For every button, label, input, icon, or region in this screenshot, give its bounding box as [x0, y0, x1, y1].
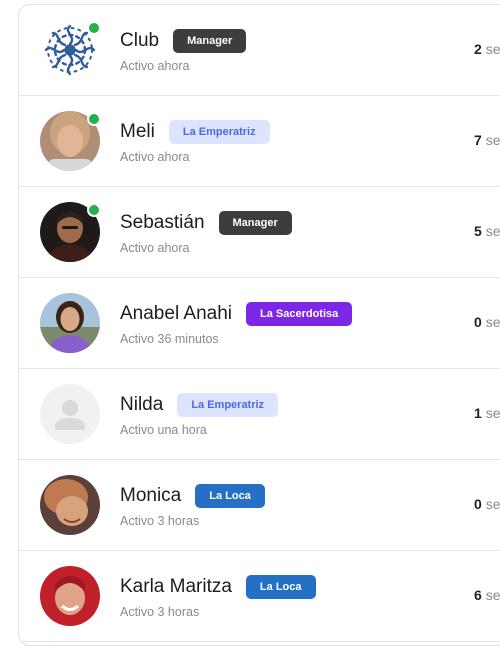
- count-value: 5: [474, 223, 482, 239]
- count-value: 0: [474, 496, 482, 512]
- avatar[interactable]: [40, 293, 100, 353]
- activity-status: Activo 36 minutos: [120, 332, 219, 346]
- message-count: 0 se: [474, 496, 500, 512]
- avatar[interactable]: [40, 202, 101, 262]
- count-unit: se: [485, 314, 500, 330]
- role-badge: Manager: [173, 29, 247, 53]
- online-indicator: [87, 112, 101, 126]
- count-unit: se: [485, 223, 500, 239]
- activity-status: Activo ahora: [120, 150, 190, 164]
- activity-status: Activo una hora: [120, 423, 207, 437]
- member-name[interactable]: Monica: [120, 485, 181, 507]
- profile-photo: [40, 475, 100, 535]
- member-name[interactable]: Anabel Anahi: [120, 303, 232, 325]
- count-unit: se: [485, 587, 500, 603]
- default-user-icon: [40, 384, 100, 444]
- member-row[interactable]: Nilda La Emperatriz Activo una hora 1 se: [19, 369, 500, 460]
- activity-status: Activo ahora: [120, 241, 190, 255]
- profile-photo: [40, 293, 100, 353]
- role-badge: La Sacerdotisa: [246, 302, 353, 326]
- count-value: 1: [474, 405, 482, 421]
- activity-status: Activo 3 horas: [120, 514, 200, 528]
- member-row[interactable]: Sebastián Manager Activo ahora 5 se: [19, 187, 500, 278]
- message-count: 6 se: [474, 587, 500, 603]
- member-row[interactable]: Anabel Anahi La Sacerdotisa Activo 36 mi…: [19, 278, 500, 369]
- avatar[interactable]: [40, 384, 100, 444]
- member-name[interactable]: Karla Maritza: [120, 576, 232, 598]
- avatar[interactable]: [40, 566, 100, 626]
- message-count: 5 se: [474, 223, 500, 239]
- message-count: 2 se: [474, 41, 500, 57]
- avatar[interactable]: [40, 111, 101, 171]
- count-unit: se: [485, 405, 500, 421]
- member-name[interactable]: Sebastián: [120, 212, 205, 234]
- avatar[interactable]: [40, 475, 100, 535]
- count-value: 7: [474, 132, 482, 148]
- member-row[interactable]: Meli La Emperatriz Activo ahora 7 se: [19, 96, 500, 187]
- role-badge: La Emperatriz: [168, 120, 270, 144]
- member-row[interactable]: Club Manager Activo ahora 2 se: [19, 5, 500, 96]
- activity-status: Activo 3 horas: [120, 605, 200, 619]
- role-badge: La Emperatriz: [177, 393, 279, 417]
- avatar[interactable]: [40, 20, 101, 80]
- online-indicator: [87, 21, 101, 35]
- activity-status: Activo ahora: [120, 59, 190, 73]
- member-row[interactable]: Karla Maritza La Loca Activo 3 horas 6 s…: [19, 551, 500, 642]
- role-badge: Manager: [218, 211, 292, 235]
- member-name[interactable]: Club: [120, 30, 159, 52]
- message-count: 1 se: [474, 405, 500, 421]
- member-row[interactable]: Monica La Loca Activo 3 horas 0 se: [19, 460, 500, 551]
- message-count: 7 se: [474, 132, 500, 148]
- role-badge: La Loca: [195, 484, 265, 508]
- role-badge: La Loca: [245, 575, 316, 599]
- message-count: 0 se: [474, 314, 500, 330]
- online-indicator: [87, 203, 101, 217]
- count-value: 2: [474, 41, 482, 57]
- member-name[interactable]: Nilda: [120, 394, 163, 416]
- count-unit: se: [485, 41, 500, 57]
- count-unit: se: [485, 132, 500, 148]
- count-value: 0: [474, 314, 482, 330]
- member-name[interactable]: Meli: [120, 121, 155, 143]
- member-list: Club Manager Activo ahora 2 se Meli La E…: [18, 4, 500, 646]
- profile-photo: [40, 566, 100, 626]
- count-value: 6: [474, 587, 482, 603]
- count-unit: se: [485, 496, 500, 512]
